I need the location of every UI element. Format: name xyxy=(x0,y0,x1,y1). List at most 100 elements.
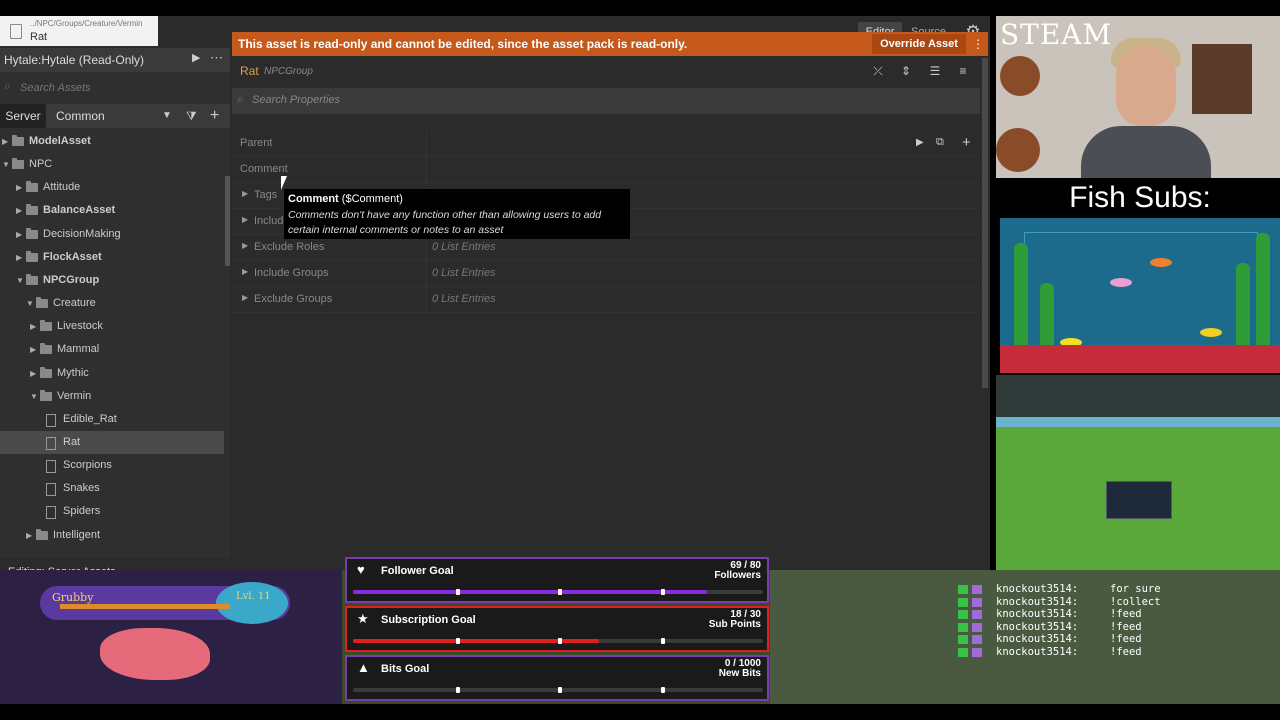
chevron-down-icon[interactable]: ▼ xyxy=(2,153,12,176)
tree-item[interactable]: ▶ Livestock xyxy=(0,315,224,338)
chevron-right-icon[interactable]: ▶ xyxy=(242,267,248,276)
property-label: Comment xyxy=(240,163,288,175)
tree-item[interactable]: Spiders xyxy=(0,500,224,523)
goal-progress-fill xyxy=(353,590,707,594)
play-icon[interactable]: ▶ xyxy=(916,137,924,148)
tooltip-text: Comments don't have any function other t… xyxy=(288,209,602,236)
more-vertical-icon[interactable]: ⋮ xyxy=(972,34,984,54)
property-scrollbar[interactable] xyxy=(982,58,988,388)
chevron-down-icon[interactable]: ▼ xyxy=(162,104,172,128)
sub-badge-icon xyxy=(972,622,982,632)
tree-item-label: Attitude xyxy=(43,181,81,194)
tree-item[interactable]: ▶ FlockAsset xyxy=(0,246,224,269)
folder-icon xyxy=(26,227,38,239)
property-divider xyxy=(426,286,427,312)
property-row[interactable]: Comment xyxy=(232,156,980,183)
folder-icon xyxy=(26,273,38,285)
file-tab[interactable]: ../NPC/Groups/Creature/Vermin Rat xyxy=(0,16,158,46)
chevron-right-icon[interactable]: ▶ xyxy=(2,130,12,153)
tree-item-label: Spiders xyxy=(63,505,101,518)
tree-item[interactable]: Edible_Rat xyxy=(0,408,224,431)
chevron-right-icon[interactable]: ▶ xyxy=(242,293,248,302)
expand-all-icon[interactable]: ⇕ xyxy=(897,62,915,80)
tab-server[interactable]: Server xyxy=(0,104,46,128)
sub-badge-icon xyxy=(972,597,982,607)
chevron-down-icon[interactable]: ▼ xyxy=(16,269,26,292)
aquarium-widget xyxy=(1000,218,1280,373)
property-label: Include Groups xyxy=(254,267,329,279)
chevron-right-icon[interactable]: ▶ xyxy=(242,241,248,250)
property-row[interactable]: Parent xyxy=(232,130,980,157)
search-icon: ⌕ xyxy=(237,92,244,106)
tree-item[interactable]: ▼ Creature xyxy=(0,292,224,315)
aquarium-floor xyxy=(1000,345,1280,373)
asset-search-input[interactable]: ⌕ Search Assets xyxy=(0,76,230,100)
game-preview xyxy=(996,375,1280,573)
tree-item[interactable]: ▼ Vermin xyxy=(0,385,224,408)
goal-widget: ♥ Follower Goal 69 / 80 Followers xyxy=(345,557,769,603)
seaweed xyxy=(1256,233,1270,353)
tree-scrollbar[interactable] xyxy=(225,176,230,266)
property-search-input[interactable]: ⌕ Search Properties xyxy=(232,88,980,114)
chevron-right-icon[interactable]: ▶ xyxy=(192,51,200,64)
collapse-all-icon[interactable]: ⤫ xyxy=(869,62,887,80)
chevron-right-icon[interactable]: ▶ xyxy=(242,189,248,198)
chevron-down-icon[interactable]: ▼ xyxy=(30,385,40,408)
property-row[interactable]: ▶ Exclude Groups 0 List Entries xyxy=(232,286,980,313)
chevron-right-icon[interactable]: ▶ xyxy=(26,524,36,547)
mouse-cursor-icon xyxy=(281,176,293,190)
tree-item-label: NPCGroup xyxy=(43,273,100,286)
property-label: Parent xyxy=(240,137,273,149)
more-icon[interactable]: ⋯ xyxy=(210,50,223,66)
filter-icon[interactable]: ⧩ xyxy=(186,104,197,128)
pet-name: Grubby xyxy=(52,591,94,604)
chat-text: !feed xyxy=(1110,620,1142,633)
chevron-right-icon[interactable]: ▶ xyxy=(30,338,40,361)
tree-item[interactable]: ▶ Mythic xyxy=(0,362,224,385)
tree-item[interactable]: Snakes xyxy=(0,477,224,500)
common-select[interactable]: Common xyxy=(50,104,178,128)
tree-item[interactable]: ▶ Attitude xyxy=(0,176,224,199)
tree-item[interactable]: ▶ Intelligent xyxy=(0,524,224,547)
check-badge-icon xyxy=(958,635,968,645)
file-tab-path: ../NPC/Groups/Creature/Vermin xyxy=(30,19,143,28)
chevron-right-icon[interactable]: ▶ xyxy=(30,315,40,338)
pet-sprite xyxy=(100,628,210,680)
fish xyxy=(1110,278,1132,287)
chevron-right-icon[interactable]: ▶ xyxy=(16,223,26,246)
tree-item[interactable]: ▼ NPC xyxy=(0,153,224,176)
tree-item[interactable]: ▶ DecisionMaking xyxy=(0,223,224,246)
tree-item[interactable]: Rat xyxy=(0,430,224,454)
tree-item-label: Mammal xyxy=(57,343,100,356)
asset-pack-selector[interactable]: Hytale:Hytale (Read-Only) ▶ ⋯ xyxy=(0,48,230,72)
goal-milestone-marker xyxy=(558,687,562,693)
chat-message: knockout3514: !collect xyxy=(958,596,1278,609)
open-parent-icon[interactable]: ⧉ xyxy=(936,136,944,149)
chevron-right-icon[interactable]: ▶ xyxy=(16,199,26,222)
add-icon[interactable]: + xyxy=(962,134,971,151)
check-badge-icon xyxy=(958,622,968,632)
document-icon xyxy=(10,24,22,39)
goal-widget: ▲ Bits Goal 0 / 1000 New Bits xyxy=(345,655,769,701)
chevron-right-icon[interactable]: ▶ xyxy=(16,176,26,199)
property-value: 0 List Entries xyxy=(432,293,496,305)
menu-icon[interactable]: ☰ xyxy=(926,62,944,80)
property-row[interactable]: ▶ Include Groups 0 List Entries xyxy=(232,260,980,287)
tree-item[interactable]: ▶ BalanceAsset xyxy=(0,199,224,222)
chat-text: !feed xyxy=(1110,608,1142,621)
tree-item[interactable]: ▶ ModelAsset xyxy=(0,130,224,153)
chevron-right-icon[interactable]: ▶ xyxy=(16,246,26,269)
comment-tooltip: Comment ($Comment) Comments don't have a… xyxy=(284,189,630,239)
file-icon xyxy=(46,436,56,450)
tree-item[interactable]: ▶ Mammal xyxy=(0,338,224,361)
override-asset-button[interactable]: Override Asset xyxy=(872,34,966,54)
tree-item[interactable]: ▼ NPCGroup xyxy=(0,269,224,292)
chevron-right-icon[interactable]: ▶ xyxy=(30,362,40,385)
property-label: Exclude Groups xyxy=(254,293,333,305)
add-icon[interactable]: + xyxy=(210,104,219,128)
chevron-right-icon[interactable]: ▶ xyxy=(242,215,248,224)
tree-item[interactable]: Scorpions xyxy=(0,454,224,477)
chevron-down-icon[interactable]: ▼ xyxy=(26,292,36,315)
streamer-face xyxy=(1116,46,1176,126)
list-settings-icon[interactable]: ≡ xyxy=(954,62,972,80)
